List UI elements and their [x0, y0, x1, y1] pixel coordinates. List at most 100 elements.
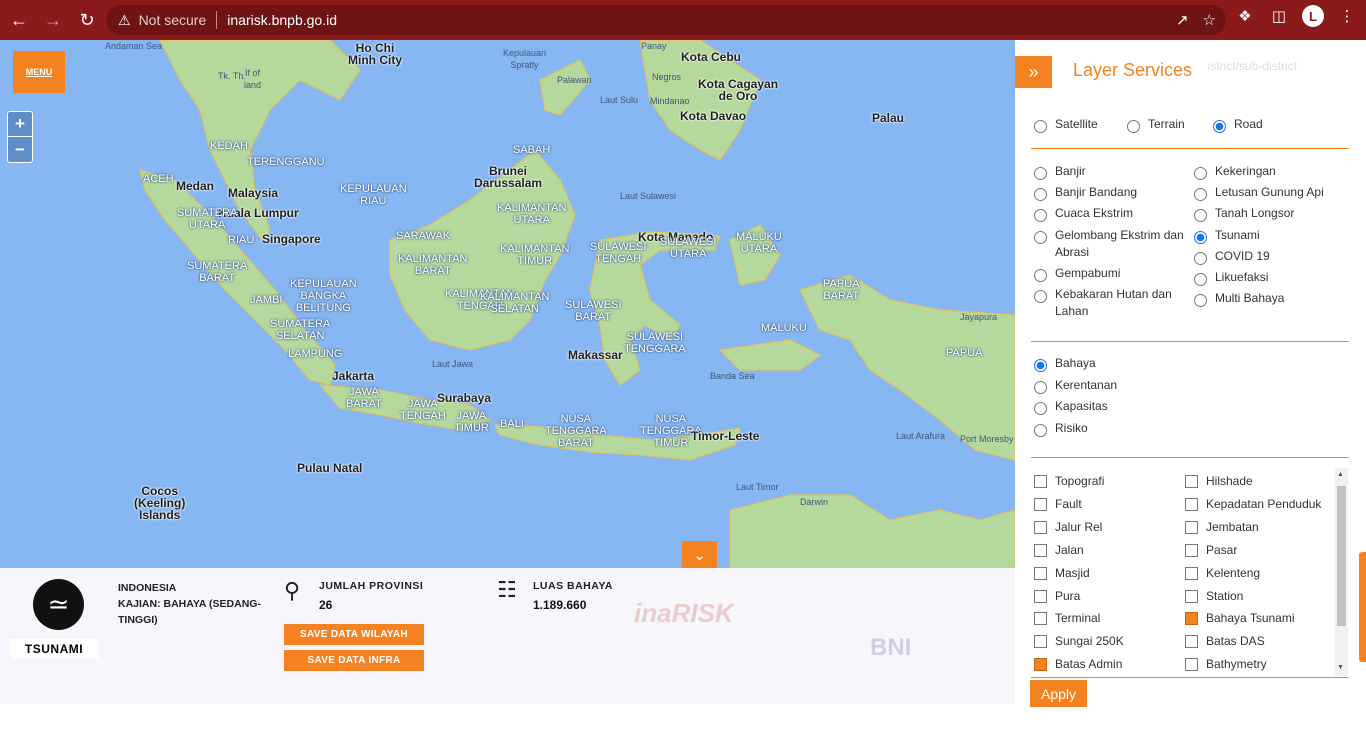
collapse-panel-button[interactable]: » — [1015, 56, 1052, 88]
apply-button[interactable]: Apply — [1030, 680, 1087, 707]
checkbox[interactable] — [1034, 520, 1047, 534]
checkbox-option[interactable]: Kelenteng — [1185, 565, 1345, 582]
profile-avatar[interactable]: L — [1302, 5, 1324, 27]
side-tab[interactable] — [1359, 552, 1366, 662]
radio-option[interactable]: Letusan Gunung Api — [1194, 184, 1354, 202]
share-icon[interactable]: ↗ — [1176, 11, 1189, 29]
radio-button[interactable] — [1194, 188, 1207, 202]
more-menu-icon[interactable]: ⋮ — [1336, 5, 1358, 27]
checkbox-option[interactable]: Batas DAS — [1185, 633, 1345, 650]
radio-option[interactable]: Gelombang Ekstrim dan Abrasi — [1034, 227, 1184, 261]
checkbox-option[interactable]: Batas Admin — [1034, 656, 1179, 673]
radio-button[interactable] — [1034, 167, 1047, 180]
map-view[interactable]: Andaman Sea Ho Chi Minh City Kepulauan Spr… — [0, 40, 1015, 568]
checkbox-option[interactable]: Topografi — [1034, 473, 1179, 490]
radio-option[interactable]: Kekeringan — [1194, 163, 1354, 180]
radio-button[interactable] — [1034, 290, 1047, 303]
radio-button[interactable] — [1194, 167, 1207, 180]
radio-option[interactable]: Risiko — [1034, 420, 1088, 437]
checkbox-option[interactable]: Masjid — [1034, 565, 1179, 582]
radio-button[interactable] — [1034, 402, 1047, 416]
checkbox-option[interactable]: Jalur Rel — [1034, 519, 1179, 536]
checkbox-option[interactable]: Station — [1185, 588, 1345, 605]
checkbox[interactable] — [1034, 612, 1047, 626]
radio-option[interactable]: Gempabumi — [1034, 265, 1184, 282]
checkbox[interactable] — [1185, 589, 1198, 603]
scroll-thumb[interactable] — [1337, 486, 1346, 626]
checkbox-option[interactable]: Terminal — [1034, 610, 1179, 627]
radio-option[interactable]: COVID 19 — [1194, 248, 1354, 265]
side-panel-icon[interactable]: ◫ — [1268, 5, 1290, 27]
address-bar[interactable]: ⚠ Not secure inarisk.bnpb.go.id ↗ ☆ — [106, 5, 1226, 35]
checkbox-option[interactable]: Jembatan — [1185, 519, 1345, 536]
radio-option[interactable]: Bahaya — [1034, 355, 1096, 372]
checkbox-option[interactable]: Pura — [1034, 588, 1179, 605]
radio-button[interactable] — [1034, 380, 1047, 394]
checkbox[interactable] — [1185, 497, 1198, 511]
checkbox-option[interactable]: Jalan — [1034, 542, 1179, 559]
checkbox-option[interactable]: Sungai 250K — [1034, 633, 1179, 650]
zoom-out-button[interactable]: − — [8, 137, 32, 162]
checkbox-option[interactable]: Hilshade — [1185, 473, 1345, 490]
radio-option[interactable]: Banjir Bandang — [1034, 184, 1184, 201]
radio-option[interactable]: Tsunami — [1194, 227, 1354, 244]
reload-icon[interactable]: ↻ — [72, 5, 102, 35]
radio-option[interactable]: Kerentanan — [1034, 377, 1117, 394]
save-infra-button[interactable]: SAVE DATA INFRA — [284, 650, 424, 671]
radio-button[interactable] — [1127, 120, 1140, 133]
checkbox-option[interactable]: Bahaya Tsunami — [1185, 610, 1345, 627]
radio-option[interactable]: Banjir — [1034, 163, 1184, 180]
radio-button[interactable] — [1034, 269, 1047, 282]
extensions-icon[interactable]: ❖ — [1234, 5, 1256, 27]
checkbox-option[interactable]: Bathymetry — [1185, 656, 1345, 673]
bookmark-star-icon[interactable]: ☆ — [1203, 11, 1216, 29]
radio-button[interactable] — [1194, 273, 1207, 286]
radio-button[interactable] — [1034, 359, 1047, 372]
checkbox[interactable] — [1185, 635, 1198, 649]
collapse-info-button[interactable]: ⌄ — [682, 541, 717, 568]
checkbox-option[interactable]: Pasar — [1185, 542, 1345, 559]
menu-button[interactable]: MENU — [13, 51, 65, 93]
scroll-down-icon[interactable]: ▼ — [1337, 664, 1344, 671]
checkbox[interactable] — [1185, 658, 1198, 672]
radio-button[interactable] — [1034, 209, 1047, 222]
checkbox-option[interactable]: Kepadatan Penduduk — [1185, 496, 1345, 513]
checkbox[interactable] — [1034, 475, 1047, 488]
radio-option[interactable]: Kapasitas — [1034, 398, 1108, 416]
checkbox[interactable] — [1185, 475, 1198, 488]
radio-option[interactable]: Road — [1213, 116, 1263, 133]
radio-button[interactable] — [1034, 188, 1047, 201]
forward-icon[interactable]: → — [38, 5, 68, 35]
scroll-up-icon[interactable]: ▲ — [1337, 471, 1344, 478]
checkbox[interactable] — [1185, 520, 1198, 534]
radio-button[interactable] — [1194, 209, 1207, 223]
radio-option[interactable]: Cuaca Ekstrim — [1034, 205, 1184, 222]
radio-button[interactable] — [1194, 230, 1207, 244]
checkbox[interactable] — [1034, 589, 1047, 603]
checkbox[interactable] — [1185, 543, 1198, 557]
radio-button[interactable] — [1034, 423, 1047, 437]
radio-button[interactable] — [1194, 251, 1207, 265]
checkbox[interactable] — [1034, 658, 1047, 672]
radio-button[interactable] — [1034, 120, 1047, 133]
radio-option[interactable]: Multi Bahaya — [1194, 290, 1354, 308]
checkbox[interactable] — [1034, 543, 1047, 557]
checkbox-option[interactable]: Fault — [1034, 496, 1179, 513]
checkbox[interactable] — [1034, 566, 1047, 580]
radio-option[interactable]: Satellite — [1034, 116, 1098, 133]
checkbox[interactable] — [1185, 566, 1198, 580]
checkbox[interactable] — [1034, 635, 1047, 649]
radio-option[interactable]: Likuefaksi — [1194, 269, 1354, 286]
radio-button[interactable] — [1034, 231, 1047, 244]
radio-button[interactable] — [1194, 294, 1207, 308]
zoom-in-button[interactable]: + — [8, 112, 32, 137]
checkbox[interactable] — [1185, 612, 1198, 626]
save-wilayah-button[interactable]: SAVE DATA WILAYAH — [284, 624, 424, 645]
radio-option[interactable]: Kebakaran Hutan dan Lahan — [1034, 286, 1184, 320]
back-icon[interactable]: ← — [4, 5, 34, 35]
radio-option[interactable]: Terrain — [1127, 116, 1185, 133]
radio-button[interactable] — [1213, 120, 1226, 133]
radio-option[interactable]: Tanah Longsor — [1194, 205, 1354, 223]
layer-scrollbar[interactable]: ▲ ▼ — [1335, 468, 1348, 676]
checkbox[interactable] — [1034, 497, 1047, 511]
